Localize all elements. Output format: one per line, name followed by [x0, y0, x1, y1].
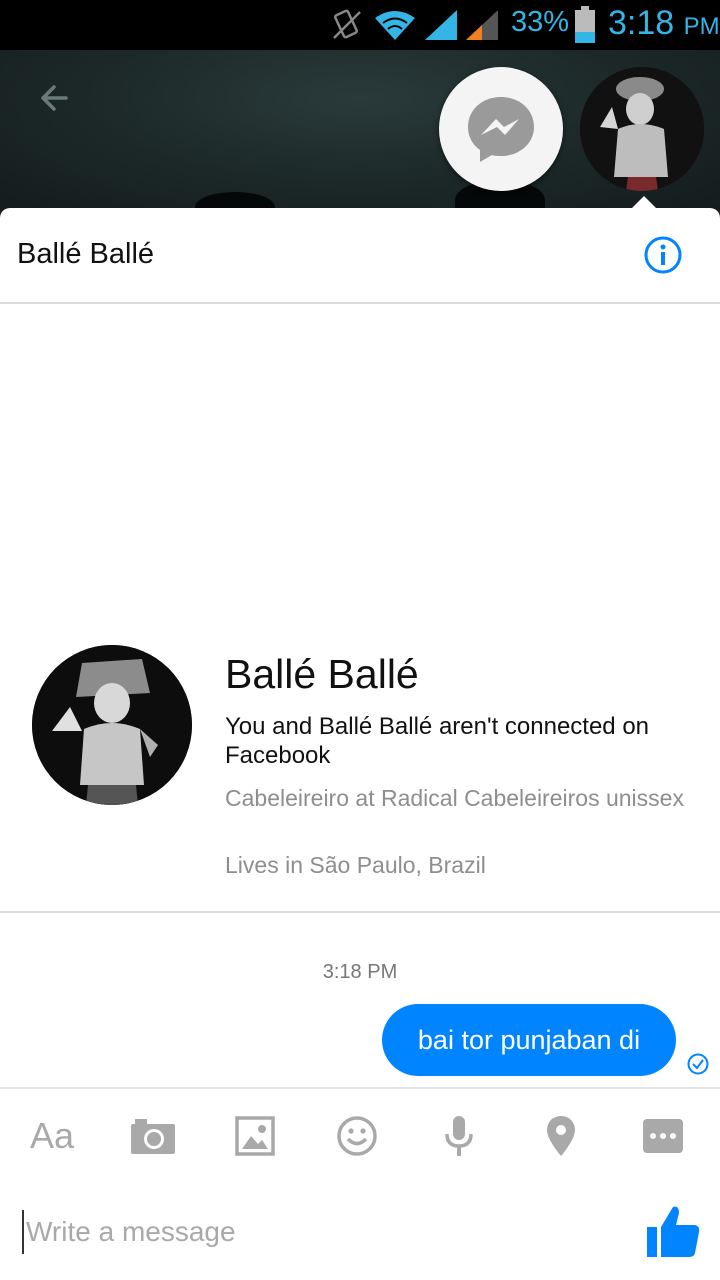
profile-name: Ballé Ballé — [225, 651, 419, 697]
wifi-icon — [375, 11, 415, 40]
location-icon — [547, 1116, 575, 1156]
message-bubble[interactable]: bai tor punjaban di — [382, 1004, 676, 1076]
battery-icon — [575, 6, 595, 43]
info-icon[interactable] — [643, 235, 683, 275]
clock-time: 3:18 — [608, 4, 675, 42]
clock: 3:18 PM — [608, 4, 720, 43]
camera-button[interactable] — [127, 1112, 179, 1160]
composer-divider — [0, 1087, 720, 1089]
emoji-button[interactable] — [331, 1112, 383, 1160]
user-chat-head[interactable] — [580, 67, 704, 191]
status-bar: 33% 3:18 PM — [0, 0, 720, 50]
location-button[interactable] — [535, 1112, 587, 1160]
text-format-button[interactable]: Aa — [26, 1112, 78, 1160]
voice-button[interactable] — [433, 1112, 485, 1160]
back-arrow-icon[interactable] — [36, 78, 76, 118]
vibrate-icon — [333, 9, 361, 39]
profile-job: Cabeleireiro at Radical Cabeleireiros un… — [225, 785, 684, 811]
signal-2-icon — [466, 10, 498, 40]
profile-location: Lives in São Paulo, Brazil — [225, 852, 486, 878]
delivered-check-icon — [687, 1053, 709, 1075]
clock-ampm: PM — [683, 13, 720, 40]
conversation-title: Ballé Ballé — [17, 238, 155, 270]
message-timestamp: 3:18 PM — [322, 961, 398, 983]
gallery-button[interactable] — [229, 1112, 281, 1160]
user-photo — [580, 67, 704, 191]
signal-icon — [425, 10, 457, 40]
profile-photo — [32, 645, 192, 805]
conversation-card: Ballé Ballé Ballé Ballé You and Ballé Ba… — [0, 208, 720, 1280]
connection-status: You and Ballé Ballé aren't connected on … — [225, 713, 650, 769]
text-icon: Aa — [29, 1115, 75, 1156]
camera-icon — [131, 1119, 175, 1154]
more-icon — [643, 1119, 683, 1153]
emoji-icon — [337, 1116, 377, 1156]
divider — [0, 911, 720, 913]
messenger-icon — [468, 97, 534, 162]
more-button[interactable] — [637, 1112, 689, 1160]
mic-icon — [445, 1116, 473, 1156]
thumbs-up-icon[interactable] — [645, 1203, 701, 1259]
message-input[interactable] — [22, 1210, 622, 1254]
gallery-icon — [235, 1116, 275, 1156]
profile-avatar[interactable] — [32, 645, 192, 805]
conversation-header: Ballé Ballé — [0, 208, 720, 304]
messenger-chat-head[interactable] — [439, 67, 563, 191]
battery-percent: 33% — [511, 6, 570, 38]
